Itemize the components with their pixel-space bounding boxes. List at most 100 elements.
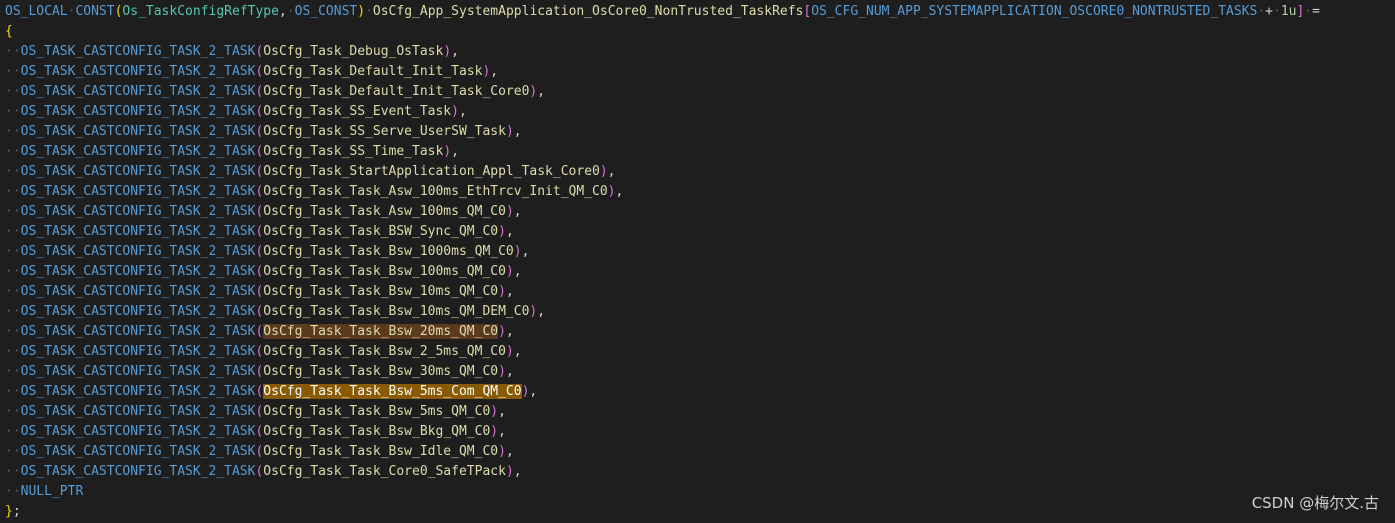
indent-guide: ·· [5,384,21,399]
indent-guide: ·· [5,424,21,439]
comma: , [537,304,546,319]
indent-guide: ·· [5,324,21,339]
task-config-name: OsCfg_Task_SS_Event_Task [263,104,452,119]
code-line-task-entry[interactable]: ··OS_TASK_CASTCONFIG_TASK_2_TASK(OsCfg_T… [5,242,529,262]
close-paren: ) [498,224,506,239]
code-line-task-entry[interactable]: ··OS_TASK_CASTCONFIG_TASK_2_TASK(OsCfg_T… [5,462,522,482]
code-line-task-entry[interactable]: ··OS_TASK_CASTCONFIG_TASK_2_TASK(OsCfg_T… [5,222,514,242]
code-line-task-entry[interactable]: ··OS_TASK_CASTCONFIG_TASK_2_TASK(OsCfg_T… [5,202,522,222]
const-argument: OS_CONST [294,4,358,19]
code-line-task-entry[interactable]: ··OS_TASK_CASTCONFIG_TASK_2_TASK(OsCfg_T… [5,342,522,362]
open-brace: { [5,24,13,39]
cast-macro: OS_TASK_CASTCONFIG_TASK_2_TASK [20,264,256,279]
code-line-task-entry[interactable]: ··OS_TASK_CASTCONFIG_TASK_2_TASK(OsCfg_T… [5,362,514,382]
indent-guide: ·· [5,164,21,179]
code-line-task-entry[interactable]: ··OS_TASK_CASTCONFIG_TASK_2_TASK(OsCfg_T… [5,142,459,162]
task-config-name: OsCfg_Task_StartApplication_Appl_Task_Co… [263,164,600,179]
close-paren: ) [505,124,514,139]
code-line-close[interactable]: }; [5,502,21,522]
cast-macro: OS_TASK_CASTCONFIG_TASK_2_TASK [20,224,256,239]
code-line-task-entry[interactable]: ··OS_TASK_CASTCONFIG_TASK_2_TASK(OsCfg_T… [5,62,498,82]
task-config-name: OsCfg_Task_Task_Core0_SafeTPack [263,464,506,479]
indent-guide: ·· [5,64,21,79]
indent-guide: ·· [5,204,21,219]
semicolon: ; [12,504,21,519]
close-paren: ) [607,184,616,199]
comma: , [537,84,546,99]
code-line-task-entry[interactable]: ··OS_TASK_CASTCONFIG_TASK_2_TASK(OsCfg_T… [5,282,514,302]
cast-macro: OS_TASK_CASTCONFIG_TASK_2_TASK [20,144,256,159]
code-line-task-entry[interactable]: ··OS_TASK_CASTCONFIG_TASK_2_TASK(OsCfg_T… [5,442,514,462]
close-paren: ) [357,4,366,19]
cast-macro: OS_TASK_CASTCONFIG_TASK_2_TASK [20,44,256,59]
close-paren: ) [490,404,499,419]
storage-macro: OS_LOCAL [5,4,68,19]
code-line-open-brace[interactable]: { [5,22,13,42]
code-line-task-entry[interactable]: ··OS_TASK_CASTCONFIG_TASK_2_TASK(OsCfg_T… [5,262,522,282]
code-line-task-entry[interactable]: ··OS_TASK_CASTCONFIG_TASK_2_TASK(OsCfg_T… [5,402,506,422]
task-config-name: OsCfg_Task_Debug_OsTask [263,44,444,59]
code-line-task-entry[interactable]: ··OS_TASK_CASTCONFIG_TASK_2_TASK(OsCfg_T… [5,382,537,402]
code-line-task-entry[interactable]: ··OS_TASK_CASTCONFIG_TASK_2_TASK(OsCfg_T… [5,82,545,102]
code-line-task-entry[interactable]: ··OS_TASK_CASTCONFIG_TASK_2_TASK(OsCfg_T… [5,102,467,122]
indent-guide: ·· [5,84,21,99]
comma: , [505,364,514,379]
comma: , [278,4,287,19]
comma: , [505,324,514,339]
indent-guide: ·· [5,104,21,119]
close-brace: } [5,504,13,519]
comma: , [607,164,616,179]
cast-macro: OS_TASK_CASTCONFIG_TASK_2_TASK [20,204,256,219]
comma: , [513,464,522,479]
cast-macro: OS_TASK_CASTCONFIG_TASK_2_TASK [20,284,256,299]
comma: , [505,224,514,239]
code-line-task-entry[interactable]: ··OS_TASK_CASTCONFIG_TASK_2_TASK(OsCfg_T… [5,302,545,322]
code-line-declaration[interactable]: OS_LOCAL·CONST(Os_TaskConfigRefType,·OS_… [5,2,1320,22]
task-config-name: OsCfg_Task_Default_Init_Task [263,64,483,79]
close-paren: ) [498,364,506,379]
cast-macro: OS_TASK_CASTCONFIG_TASK_2_TASK [20,304,256,319]
close-paren: ) [505,464,514,479]
code-line-task-entry[interactable]: ··OS_TASK_CASTCONFIG_TASK_2_TASK(OsCfg_T… [5,42,459,62]
code-editor[interactable]: OS_LOCAL·CONST(Os_TaskConfigRefType,·OS_… [0,0,1395,523]
comma: , [451,44,459,59]
code-line-task-entry[interactable]: ··OS_TASK_CASTCONFIG_TASK_2_TASK(OsCfg_T… [5,322,514,342]
cast-macro: OS_TASK_CASTCONFIG_TASK_2_TASK [20,184,256,199]
const-macro: CONST [75,4,115,19]
task-config-name: OsCfg_Task_Default_Init_Task_Core0 [263,84,530,99]
close-paren: ) [505,204,514,219]
indent-guide: ·· [5,144,21,159]
comma: , [529,384,538,399]
comma: , [490,64,499,79]
code-line-task-entry[interactable]: ··OS_TASK_CASTCONFIG_TASK_2_TASK(OsCfg_T… [5,122,522,142]
cast-macro: OS_TASK_CASTCONFIG_TASK_2_TASK [20,404,256,419]
code-line-task-entry[interactable]: ··OS_TASK_CASTCONFIG_TASK_2_TASK(OsCfg_T… [5,422,506,442]
type-argument: Os_TaskConfigRefType [122,4,279,19]
close-paren: ) [505,344,514,359]
cast-macro: OS_TASK_CASTCONFIG_TASK_2_TASK [20,104,256,119]
indent-guide: ·· [5,244,21,259]
close-paren: ) [513,244,522,259]
close-paren: ) [599,164,608,179]
cast-macro: OS_TASK_CASTCONFIG_TASK_2_TASK [20,324,256,339]
whitespace-dot: · [1272,4,1281,19]
indent-guide: ·· [5,464,21,479]
task-config-name: OsCfg_Task_Task_Bsw_100ms_QM_C0 [263,264,506,279]
task-config-name: OsCfg_Task_Task_Bsw_Bkg_QM_C0 [263,424,491,439]
comma: , [615,184,624,199]
indent-guide: ·· [5,344,21,359]
close-paren: ) [443,44,452,59]
cast-macro: OS_TASK_CASTCONFIG_TASK_2_TASK [20,84,256,99]
cast-macro: OS_TASK_CASTCONFIG_TASK_2_TASK [20,124,256,139]
code-line-null[interactable]: ··NULL_PTR [5,482,83,502]
code-line-task-entry[interactable]: ··OS_TASK_CASTCONFIG_TASK_2_TASK(OsCfg_T… [5,162,616,182]
indent-guide: ·· [5,364,21,379]
comma: , [505,444,514,459]
close-paren: ) [498,444,506,459]
task-config-name: OsCfg_Task_SS_Time_Task [263,144,444,159]
comma: , [521,244,530,259]
task-config-name: OsCfg_Task_Task_Asw_100ms_EthTrcv_Init_Q… [263,184,608,199]
code-line-task-entry[interactable]: ··OS_TASK_CASTCONFIG_TASK_2_TASK(OsCfg_T… [5,182,623,202]
csdn-watermark: CSDN @梅尔文.古 [1251,494,1379,512]
cast-macro: OS_TASK_CASTCONFIG_TASK_2_TASK [20,444,256,459]
